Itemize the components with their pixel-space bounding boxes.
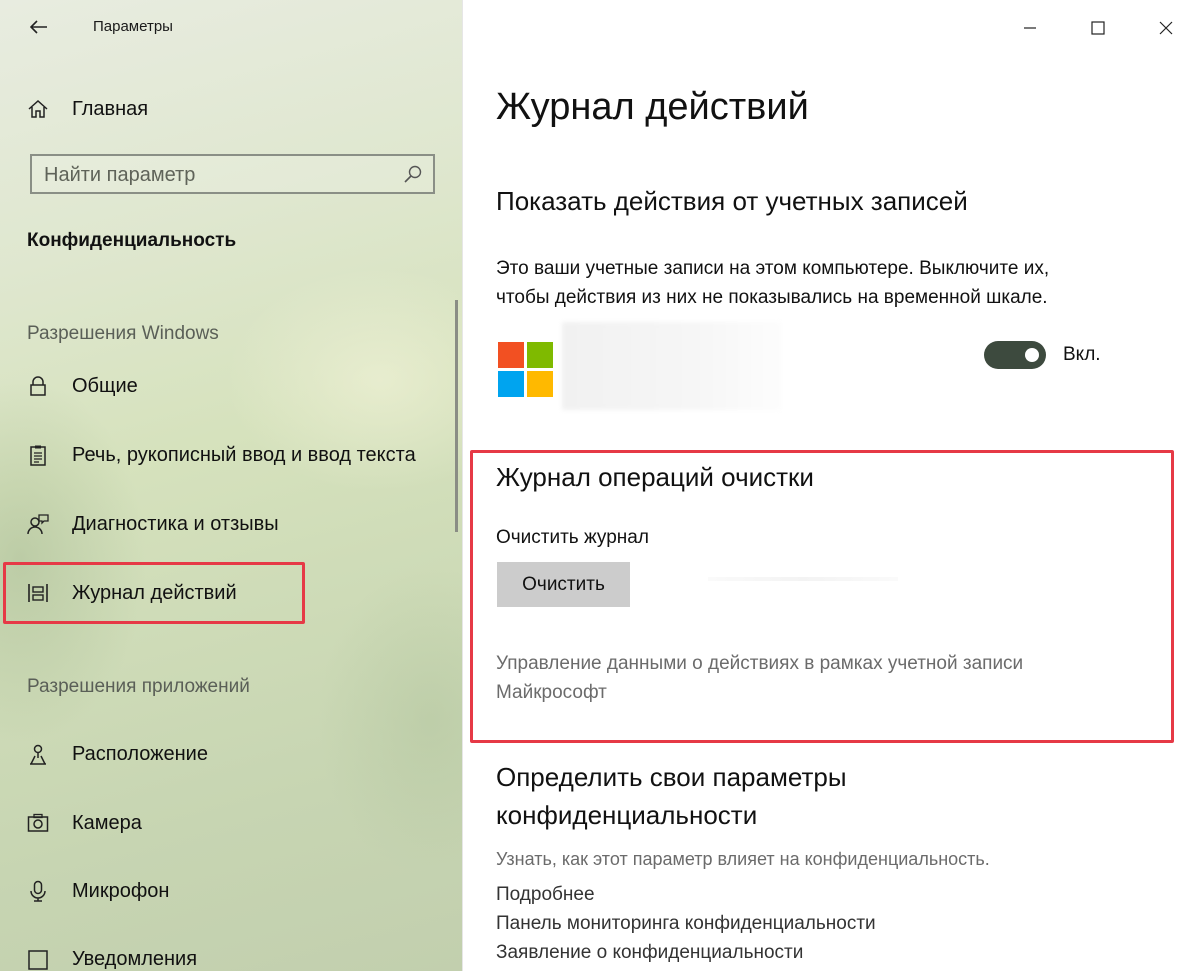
manage-activity-link-line1[interactable]: Управление данными о действиях в рамках … (496, 649, 1136, 678)
maximize-button[interactable] (1064, 0, 1132, 56)
microphone-icon (26, 879, 50, 903)
toggle-state-label: Вкл. (1063, 344, 1101, 365)
location-person-icon (26, 742, 50, 766)
clear-button[interactable]: Очистить (497, 562, 630, 607)
logo-square-red (498, 342, 524, 368)
camera-icon (26, 811, 50, 835)
sidebar-item-label: Уведомления (72, 947, 198, 970)
account-toggle[interactable] (984, 341, 1046, 369)
accounts-description-line1: Это ваши учетные записи на этом компьюте… (496, 258, 1050, 279)
clear-heading: Журнал операций очистки (496, 462, 814, 492)
sidebar-scrollbar[interactable] (455, 300, 458, 532)
sidebar: Параметры Главная Конфиденциальность Раз… (0, 0, 462, 971)
search-icon[interactable] (403, 164, 423, 184)
logo-square-yellow (527, 371, 553, 397)
link-privacy-dashboard[interactable]: Панель мониторинга конфиденциальности (496, 913, 876, 935)
group-label-apps: Разрешения приложений (27, 676, 250, 697)
account-name-redacted (562, 322, 782, 410)
sidebar-item-label: Камера (72, 811, 142, 834)
faint-artifact (708, 577, 898, 581)
lock-icon (26, 374, 50, 398)
nav-home[interactable]: Главная (0, 84, 462, 134)
microsoft-logo-icon (498, 342, 554, 398)
close-button[interactable] (1132, 0, 1200, 56)
sidebar-item-label: Расположение (72, 742, 208, 765)
window-controls (996, 0, 1200, 56)
page-title: Журнал действий (496, 86, 809, 128)
minimize-icon (1024, 27, 1036, 29)
toggle-knob (1025, 348, 1039, 362)
search-input[interactable] (32, 156, 406, 194)
privacy-heading-line2: конфиденциальности (496, 800, 758, 830)
nav-home-label: Главная (72, 97, 149, 120)
sidebar-item-general[interactable]: Общие (0, 361, 462, 411)
privacy-heading-line1: Определить свои параметры (496, 762, 847, 792)
privacy-note: Узнать, как этот параметр влияет на конф… (496, 849, 990, 869)
notification-icon (26, 947, 50, 971)
search-box[interactable] (30, 154, 435, 194)
minimize-button[interactable] (996, 0, 1064, 56)
sidebar-item-label: Микрофон (72, 879, 170, 902)
sidebar-item-speech[interactable]: Речь, рукописный ввод и ввод текста (0, 430, 462, 480)
sidebar-item-camera[interactable]: Камера (0, 798, 462, 848)
pane-divider (462, 0, 463, 971)
feedback-person-icon (26, 512, 50, 536)
group-label-windows: Разрешения Windows (27, 323, 219, 344)
selected-item-highlight (3, 562, 305, 624)
link-privacy-statement[interactable]: Заявление о конфиденциальности (496, 942, 803, 964)
accounts-heading: Показать действия от учетных записей (496, 186, 968, 216)
category-title: Конфиденциальность (27, 230, 237, 251)
clear-subheading: Очистить журнал (496, 527, 649, 548)
back-arrow-icon (30, 20, 47, 34)
sidebar-item-label: Диагностика и отзывы (72, 512, 279, 535)
logo-square-blue (498, 371, 524, 397)
sidebar-item-microphone[interactable]: Микрофон (0, 866, 462, 916)
sidebar-item-diagnostics[interactable]: Диагностика и отзывы (0, 499, 462, 549)
app-title: Параметры (93, 18, 173, 35)
link-learn-more[interactable]: Подробнее (496, 884, 595, 906)
sidebar-item-label: Речь, рукописный ввод и ввод текста (72, 443, 416, 466)
sidebar-item-label: Общие (72, 374, 138, 397)
manage-activity-link-line2[interactable]: Майкрософт (496, 678, 1136, 707)
clipboard-icon (26, 443, 50, 467)
home-icon (26, 97, 50, 121)
sidebar-item-notifications[interactable]: Уведомления (0, 934, 462, 971)
accounts-description-line2: чтобы действия из них не показывались на… (496, 287, 1048, 308)
logo-square-green (527, 342, 553, 368)
back-button[interactable] (24, 12, 54, 42)
sidebar-item-location[interactable]: Расположение (0, 729, 462, 779)
main-content: Журнал действий Показать действия от уче… (462, 0, 1200, 971)
maximize-icon (1091, 21, 1105, 35)
close-icon (1159, 21, 1173, 35)
